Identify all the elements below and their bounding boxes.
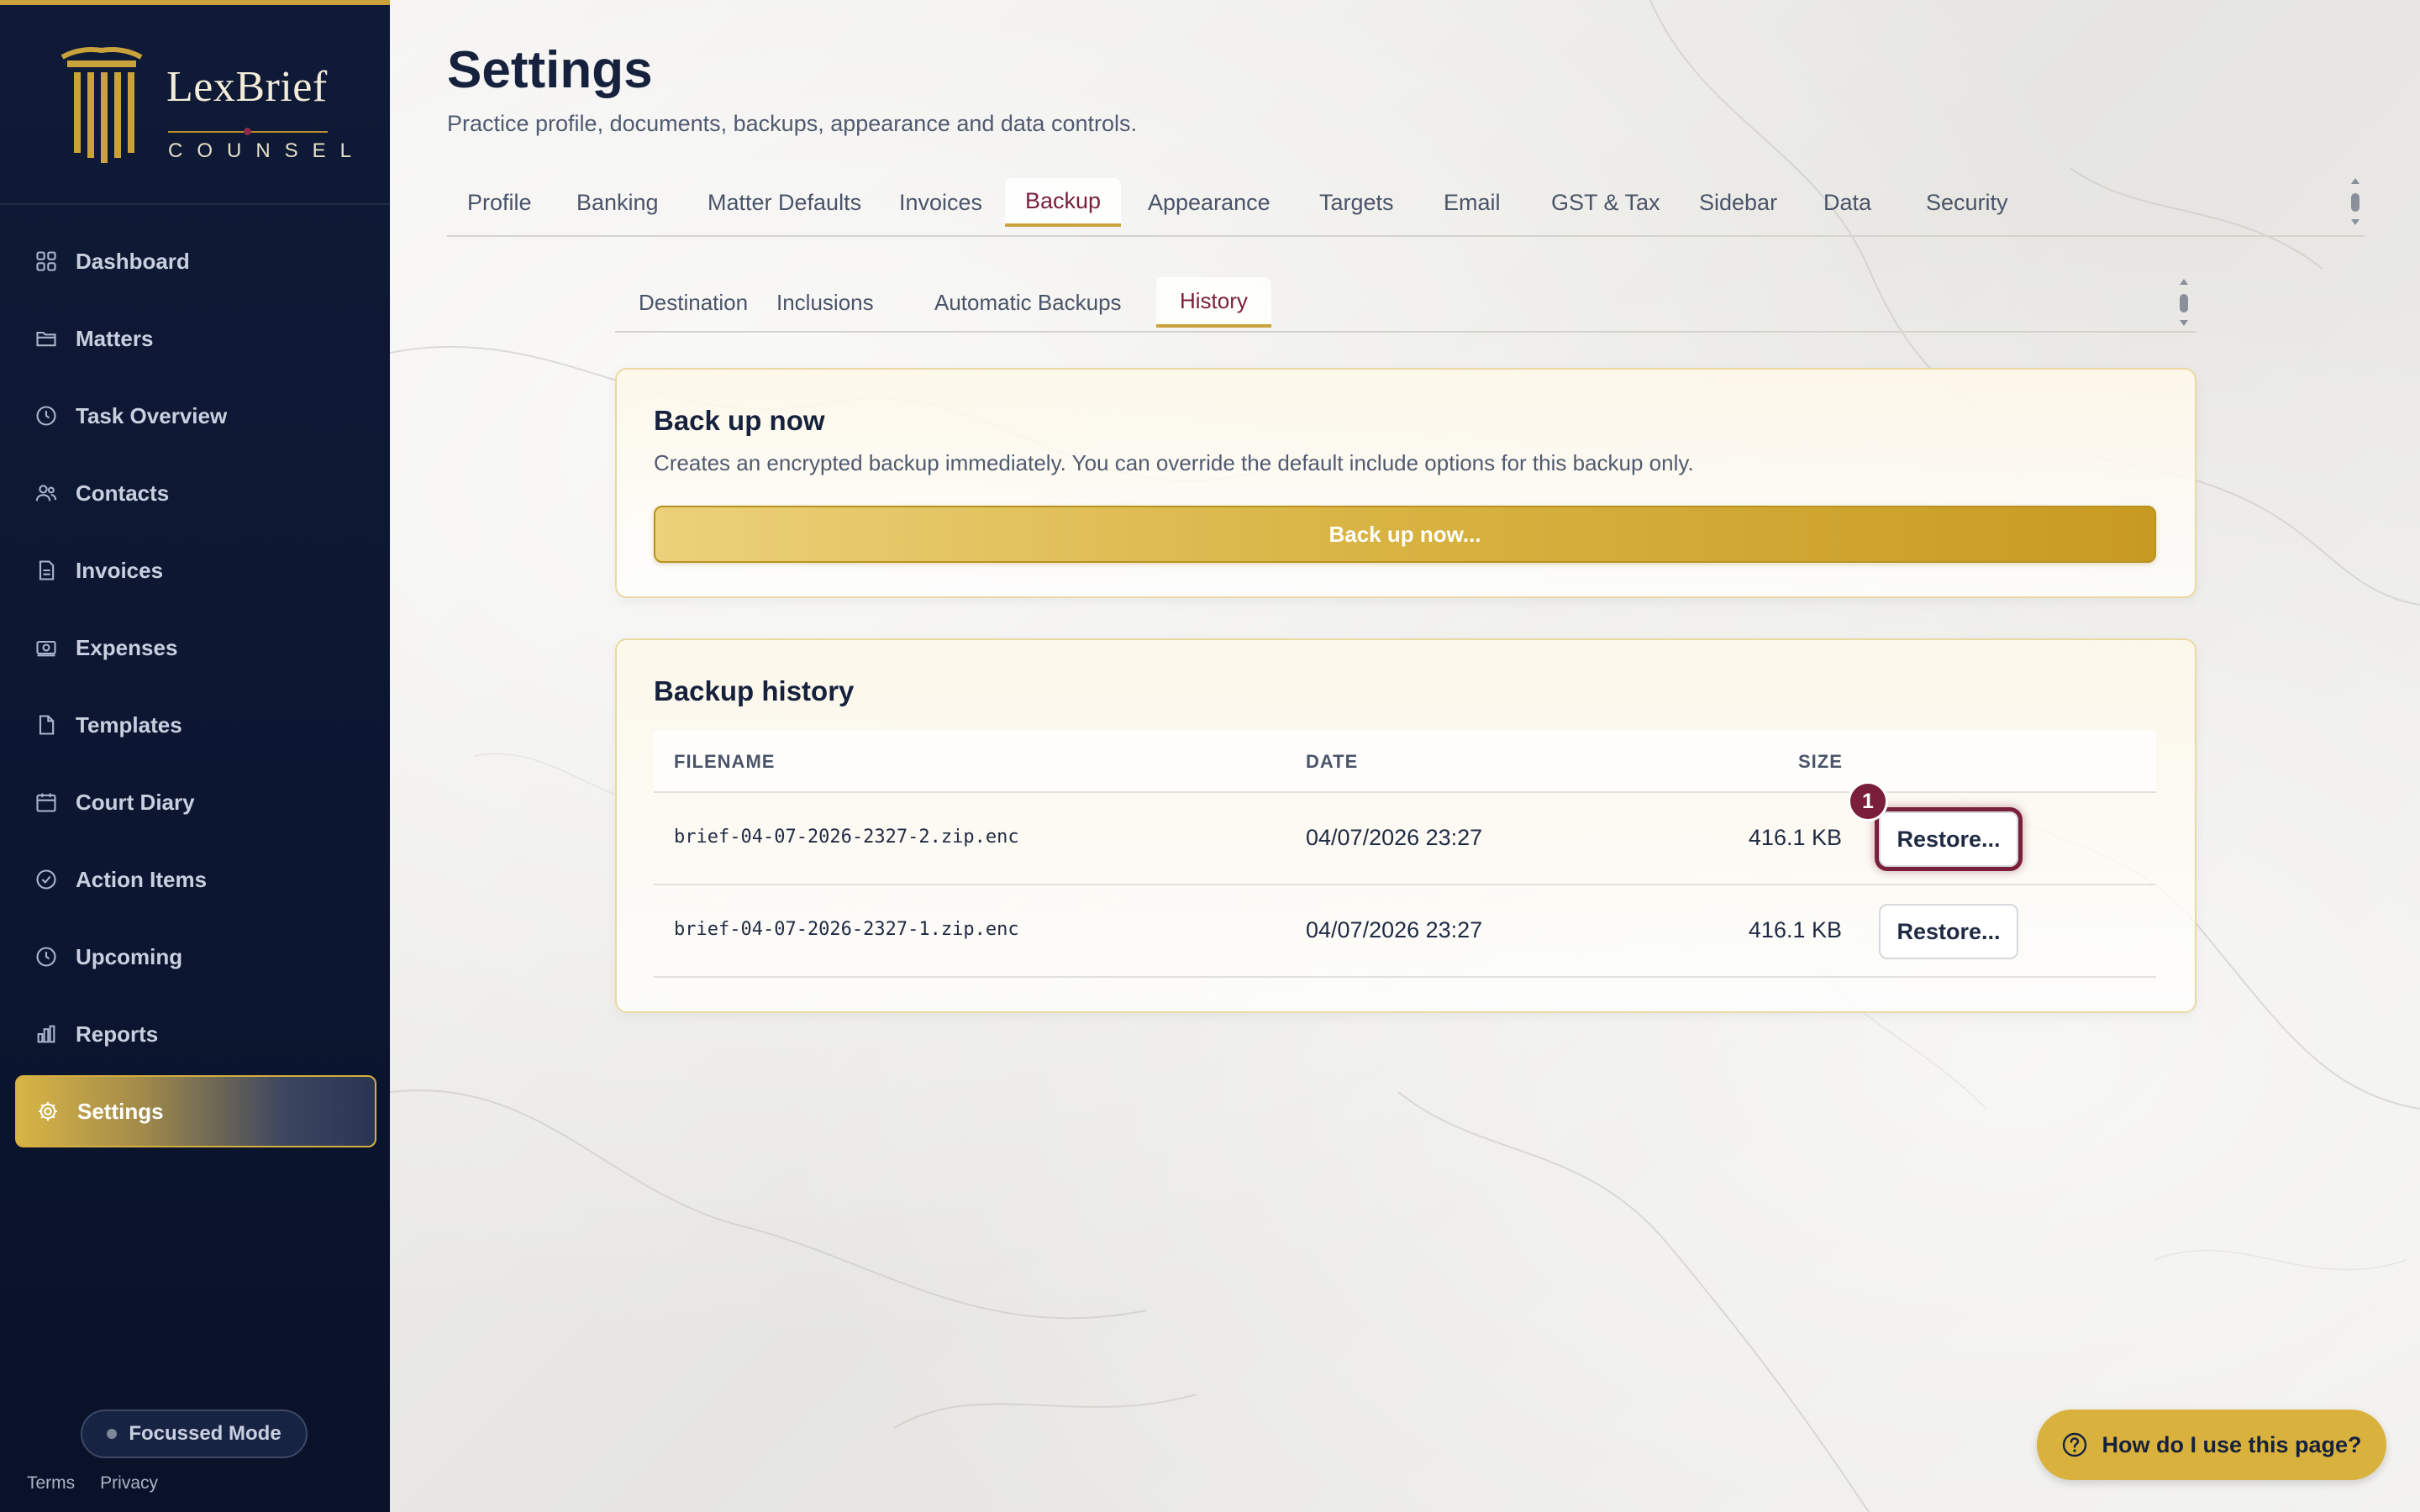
- sidebar: LexBrief COUNSEL Dashboard Matters Task …: [0, 0, 390, 1512]
- backup-size: 416.1 KB: [1748, 825, 1842, 850]
- tab-email[interactable]: Email: [1423, 178, 1521, 227]
- sidebar-item-label: Matters: [76, 325, 154, 351]
- sidebar-item-templates[interactable]: Templates: [15, 689, 376, 761]
- sidebar-item-task-overview[interactable]: Task Overview: [15, 380, 376, 452]
- table-header: FILENAME DATE SIZE: [654, 731, 2156, 793]
- sidebar-item-label: Task Overview: [76, 402, 228, 428]
- page-title: Settings: [447, 41, 653, 99]
- dashboard-icon: [34, 249, 59, 274]
- tab-data[interactable]: Data: [1803, 178, 1891, 227]
- pillar-icon: [60, 47, 143, 163]
- tab-banking[interactable]: Banking: [556, 178, 679, 227]
- bar-chart-icon: [34, 1021, 59, 1047]
- backup-filename: brief-04-07-2026-2327-2.zip.enc: [674, 827, 1019, 848]
- restore-button[interactable]: Restore...: [1879, 811, 2018, 867]
- subtab-history[interactable]: History: [1156, 277, 1271, 328]
- sidebar-item-label: Dashboard: [76, 248, 190, 274]
- main-content: Settings Practice profile, documents, ba…: [390, 0, 2420, 1512]
- tab-gst-tax[interactable]: GST & Tax: [1531, 178, 1681, 227]
- column-size: SIZE: [1798, 751, 1843, 772]
- calendar-icon: [34, 790, 59, 815]
- settings-tabs: Profile Banking Matter Defaults Invoices…: [447, 170, 2365, 237]
- subtab-automatic-backups[interactable]: Automatic Backups: [911, 277, 1145, 328]
- sidebar-item-label: Upcoming: [76, 943, 183, 969]
- sidebar-divider: [0, 203, 390, 205]
- clock-icon: [34, 403, 59, 428]
- backup-subtabs: Destination Inclusions Automatic Backups…: [615, 270, 2196, 333]
- focus-mode-toggle[interactable]: Focussed Mode: [81, 1410, 308, 1458]
- check-circle-icon: [34, 867, 59, 892]
- footer-links: Terms Privacy: [27, 1473, 158, 1494]
- question-circle-icon: [2063, 1432, 2087, 1457]
- help-button[interactable]: How do I use this page?: [2037, 1410, 2386, 1480]
- backup-history-table: FILENAME DATE SIZE brief-04-07-2026-2327…: [654, 731, 2156, 978]
- tab-profile[interactable]: Profile: [447, 178, 552, 227]
- sidebar-item-label: Expenses: [76, 634, 178, 660]
- tabs-scroll-indicator[interactable]: [2348, 176, 2363, 227]
- table-row: brief-04-07-2026-2327-2.zip.enc 04/07/20…: [654, 781, 2156, 885]
- users-icon: [34, 480, 59, 506]
- tab-invoices[interactable]: Invoices: [879, 178, 1002, 227]
- clock-icon: [34, 944, 59, 969]
- file-icon: [34, 712, 59, 738]
- sidebar-item-label: Reports: [76, 1021, 159, 1047]
- sidebar-item-matters[interactable]: Matters: [15, 302, 376, 375]
- sidebar-item-court-diary[interactable]: Court Diary: [15, 766, 376, 838]
- backup-filename: brief-04-07-2026-2327-1.zip.enc: [674, 919, 1019, 940]
- column-date: DATE: [1306, 751, 1359, 772]
- tab-appearance[interactable]: Appearance: [1128, 178, 1291, 227]
- sidebar-item-label: Court Diary: [76, 789, 195, 815]
- backup-size: 416.1 KB: [1748, 917, 1842, 942]
- gear-icon: [35, 1099, 60, 1124]
- sidebar-item-invoices[interactable]: Invoices: [15, 534, 376, 606]
- backup-date: 04/07/2026 23:27: [1306, 825, 1483, 850]
- sidebar-item-action-items[interactable]: Action Items: [15, 843, 376, 916]
- tab-matter-defaults[interactable]: Matter Defaults: [687, 178, 881, 227]
- table-row: brief-04-07-2026-2327-1.zip.enc 04/07/20…: [654, 885, 2156, 978]
- back-up-now-label: Back up now...: [1328, 521, 1481, 547]
- tab-backup[interactable]: Backup: [1005, 178, 1122, 227]
- sidebar-item-upcoming[interactable]: Upcoming: [15, 921, 376, 993]
- focus-mode-label: Focussed Mode: [129, 1422, 281, 1445]
- terms-link[interactable]: Terms: [27, 1473, 75, 1494]
- step-badge: 1: [1848, 781, 1888, 822]
- restore-button[interactable]: Restore...: [1879, 904, 2018, 959]
- backup-now-title: Back up now: [654, 405, 825, 436]
- sidebar-item-reports[interactable]: Reports: [15, 998, 376, 1070]
- folder-icon: [34, 326, 59, 351]
- subtabs-scroll-indicator[interactable]: [2176, 277, 2191, 328]
- help-label: How do I use this page?: [2102, 1431, 2362, 1457]
- sidebar-item-settings[interactable]: Settings: [15, 1075, 376, 1147]
- brand-name: LexBrief: [166, 63, 328, 111]
- backup-now-card: Back up now Creates an encrypted backup …: [615, 368, 2196, 598]
- tab-targets[interactable]: Targets: [1299, 178, 1414, 227]
- backup-history-card: Backup history FILENAME DATE SIZE brief-…: [615, 638, 2196, 1013]
- sidebar-item-label: Templates: [76, 711, 182, 738]
- sidebar-item-label: Settings: [77, 1098, 164, 1124]
- backup-now-description: Creates an encrypted backup immediately.…: [654, 450, 1694, 475]
- sidebar-item-label: Invoices: [76, 557, 164, 583]
- status-dot: [107, 1429, 118, 1439]
- subtab-destination[interactable]: Destination: [615, 277, 771, 328]
- brand-logo[interactable]: LexBrief COUNSEL: [55, 42, 351, 168]
- sidebar-item-expenses[interactable]: Expenses: [15, 612, 376, 684]
- page-subtitle: Practice profile, documents, backups, ap…: [447, 111, 1137, 136]
- sidebar-item-label: Contacts: [76, 480, 170, 506]
- backup-date: 04/07/2026 23:27: [1306, 917, 1483, 942]
- cash-icon: [34, 635, 59, 660]
- privacy-link[interactable]: Privacy: [100, 1473, 158, 1494]
- tab-sidebar[interactable]: Sidebar: [1679, 178, 1797, 227]
- backup-history-title: Backup history: [654, 675, 855, 706]
- subtab-inclusions[interactable]: Inclusions: [753, 277, 897, 328]
- sidebar-item-dashboard[interactable]: Dashboard: [15, 225, 376, 297]
- brand-dot: [244, 128, 251, 135]
- tab-security[interactable]: Security: [1906, 178, 2028, 227]
- invoice-icon: [34, 558, 59, 583]
- brand-sub: COUNSEL: [168, 139, 366, 162]
- column-filename: FILENAME: [674, 751, 776, 772]
- sidebar-item-contacts[interactable]: Contacts: [15, 457, 376, 529]
- back-up-now-button[interactable]: Back up now...: [654, 506, 2156, 563]
- sidebar-item-label: Action Items: [76, 866, 208, 892]
- sidebar-nav: Dashboard Matters Task Overview Contacts…: [15, 225, 376, 1152]
